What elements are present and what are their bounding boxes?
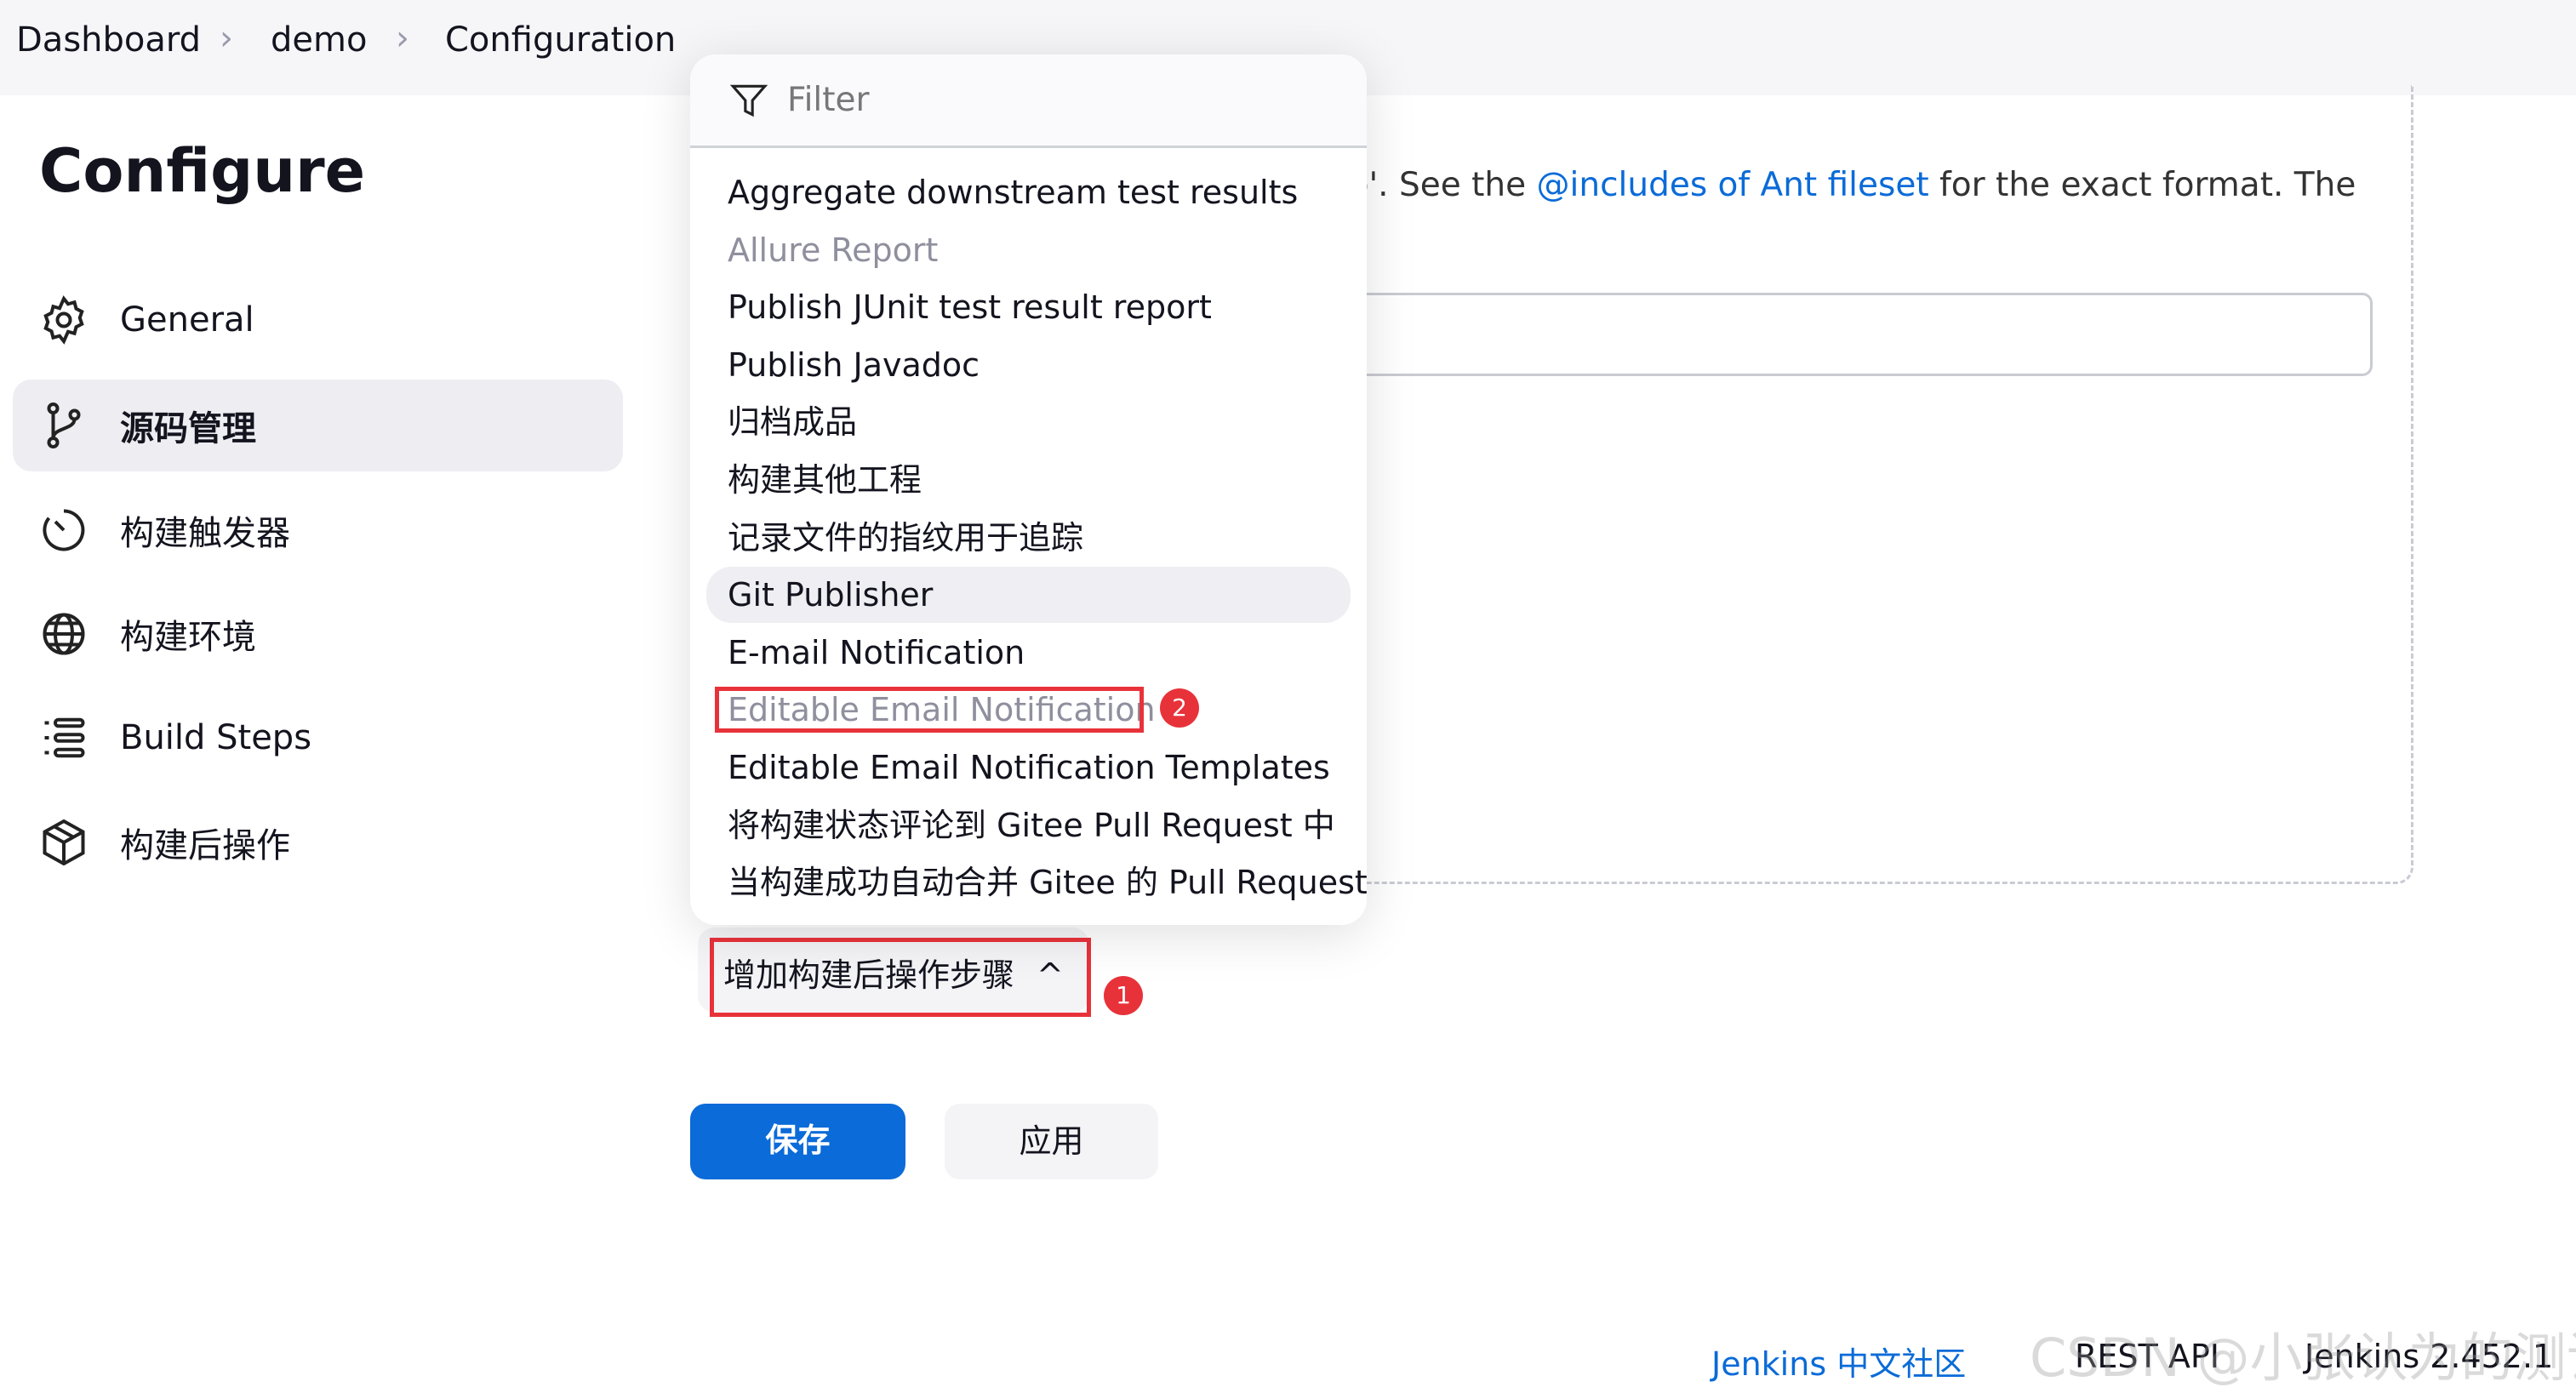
sidebar-item-general[interactable]: General [13,274,623,366]
filter-input[interactable]: Filter [690,54,1367,148]
menu-item[interactable]: 当构建成功自动合并 Gitee 的 Pull Request [706,854,1367,911]
package-icon [43,819,85,866]
list-icon [44,717,85,758]
chevron-right-icon: › [220,19,233,58]
watermark: CSDN @小张认为的测试 [2030,1327,2576,1389]
sidebar-item-build-steps[interactable]: Build Steps [13,692,623,784]
chevron-right-icon: › [396,19,409,58]
filter-icon [729,84,768,117]
page-title: Configure [39,136,366,206]
globe-icon [43,613,85,655]
menu-item[interactable]: Allure Report [706,222,1351,278]
git-branch-icon [47,402,81,448]
ant-fileset-link[interactable]: @includes of Ant fileset [1537,166,1929,204]
menu-item[interactable]: 构建其他工程 [706,452,1351,508]
footer-community-link[interactable]: Jenkins 中文社区 [1711,1338,1966,1384]
menu-item[interactable]: 将构建状态评论到 Gitee Pull Request 中 [706,797,1351,853]
apply-button[interactable]: 应用 [945,1104,1158,1179]
annotation-badge-1: 1 [1104,976,1143,1015]
sidebar-item-label: 源码管理 [120,409,256,448]
menu-item[interactable]: E-mail Notification [706,625,1351,681]
sidebar-item-label: Build Steps [120,718,312,757]
menu-item[interactable]: Aggregate downstream test results [706,164,1351,220]
save-button[interactable]: 保存 [690,1104,905,1179]
post-build-dropdown-menu: Filter Aggregate downstream test results… [690,54,1367,925]
clock-icon [43,509,85,551]
annotation-box-2 [715,687,1144,733]
menu-item[interactable]: 归档成品 [706,394,1351,450]
sidebar-item-label: 构建触发器 [120,514,290,553]
menu-item[interactable]: Editable Email Notification Templates [706,739,1351,796]
breadcrumb-demo[interactable]: demo [271,20,367,60]
annotation-box-1 [710,938,1091,1017]
breadcrumb-configuration: Configuration [445,20,677,60]
annotation-badge-2: 2 [1160,688,1199,728]
sidebar-item-build-environment[interactable]: 构建环境 [13,588,623,680]
breadcrumb-dashboard[interactable]: Dashboard [16,20,201,60]
sidebar-item-label: General [120,300,254,340]
sidebar-item-label: 构建环境 [120,618,256,657]
sidebar-item-source-control[interactable]: 源码管理 [13,380,623,471]
menu-item[interactable]: Git Publisher [706,567,1351,624]
menu-item[interactable]: Publish Javadoc [706,337,1351,393]
help-text: .zip'. See the @includes of Ant fileset … [1311,166,2356,204]
sidebar-item-build-triggers[interactable]: 构建触发器 [13,484,623,576]
menu-item[interactable]: 记录文件的指纹用于追踪 [706,510,1351,566]
sidebar-item-label: 构建后操作 [120,826,290,865]
filter-placeholder: Filter [787,81,870,119]
menu-item[interactable]: Publish JUnit test result report [706,279,1351,335]
gear-icon [43,295,84,345]
sidebar-item-post-build[interactable]: 构建后操作 [13,796,623,888]
